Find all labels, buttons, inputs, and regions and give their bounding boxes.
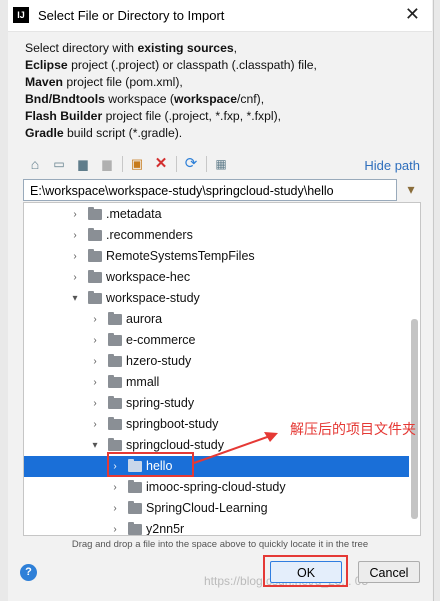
background-window-edge-right [433,0,440,601]
annotation-arrow [193,432,278,464]
import-dialog: IJ Select File or Directory to Import ✕ … [8,0,432,601]
drag-drop-hint: Drag and drop a file into the space abov… [71,539,369,550]
ok-button[interactable]: OK [270,561,342,583]
cancel-button[interactable]: Cancel [358,561,420,583]
help-icon[interactable]: ? [20,564,37,581]
